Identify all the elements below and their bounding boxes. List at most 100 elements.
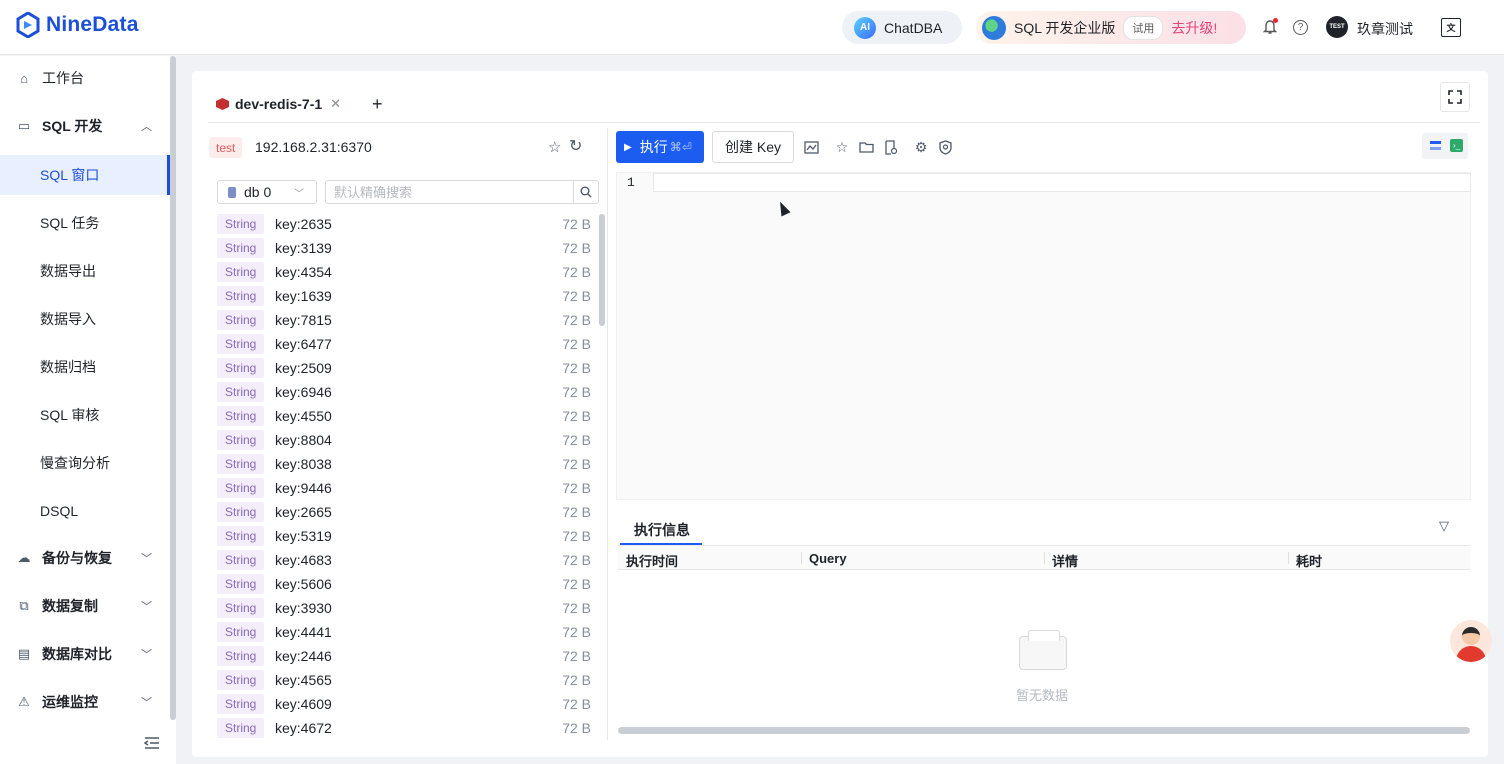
upgrade-banner[interactable]: SQL 开发企业版 试用 去升级! (976, 11, 1246, 44)
editor-current-line[interactable] (653, 173, 1471, 192)
key-size: 72 B (562, 264, 591, 280)
key-type-tag: String (217, 262, 265, 282)
key-row[interactable]: String key:2446 72 B (209, 644, 599, 668)
collapse-panel-icon[interactable]: ▽ (1439, 518, 1449, 534)
key-type-tag: String (217, 238, 265, 258)
key-row[interactable]: String key:4672 72 B (209, 716, 599, 740)
key-row[interactable]: String key:4609 72 B (209, 692, 599, 716)
favorite-icon[interactable]: ☆ (834, 139, 850, 155)
refresh-icon[interactable]: ↻ (569, 136, 582, 156)
chevron-down-icon: ﹀ (141, 649, 152, 661)
key-row[interactable]: String key:8038 72 B (209, 452, 599, 476)
sidebar-item-data-archive[interactable]: 数据归档 (0, 347, 170, 387)
run-button[interactable]: ▶ 执行 ⌘⏎ (616, 131, 704, 163)
key-name: key:7815 (275, 312, 332, 328)
sidebar-item-sql-review[interactable]: SQL 审核 (0, 395, 170, 435)
key-row[interactable]: String key:1639 72 B (209, 284, 599, 308)
key-size: 72 B (562, 720, 591, 736)
layout-toggle[interactable]: ›_ (1422, 133, 1468, 159)
key-row[interactable]: String key:9446 72 B (209, 476, 599, 500)
layout-split-icon[interactable] (1430, 141, 1441, 150)
key-type-tag: String (217, 478, 265, 498)
sidebar-item-label: SQL 任务 (40, 215, 100, 231)
globe-icon (982, 15, 1006, 40)
search-icon[interactable] (573, 181, 598, 203)
chart-icon[interactable] (803, 139, 819, 155)
key-row[interactable]: String key:3930 72 B (209, 596, 599, 620)
key-row[interactable]: String key:6477 72 B (209, 332, 599, 356)
sidebar-item-replication[interactable]: ⧉ 数据复制 ﹀ (0, 586, 170, 626)
tab-exec-info[interactable]: 执行信息 (634, 520, 690, 540)
key-row[interactable]: String key:4565 72 B (209, 668, 599, 692)
key-size: 72 B (562, 408, 591, 424)
avatar[interactable]: TEST (1326, 16, 1348, 38)
folder-icon[interactable] (858, 139, 874, 155)
upgrade-link[interactable]: 去升级! (1171, 18, 1217, 38)
key-search-input[interactable] (326, 181, 574, 203)
key-type-tag: String (217, 382, 265, 402)
shield-icon[interactable] (937, 139, 953, 155)
sidebar-item-sql-task[interactable]: SQL 任务 (0, 203, 170, 243)
key-row[interactable]: String key:4550 72 B (209, 404, 599, 428)
db-select[interactable]: db 0 ﹀ (217, 180, 317, 204)
code-editor[interactable]: 1 (616, 172, 1471, 500)
key-row[interactable]: String key:7815 72 B (209, 308, 599, 332)
key-row[interactable]: String key:2665 72 B (209, 500, 599, 524)
key-row[interactable]: String key:5319 72 B (209, 524, 599, 548)
panel-splitter[interactable] (607, 128, 608, 740)
key-size: 72 B (562, 576, 591, 592)
key-list-scrollbar[interactable] (599, 214, 605, 326)
key-row[interactable]: String key:2509 72 B (209, 356, 599, 380)
close-icon[interactable]: ✕ (330, 96, 341, 112)
gear-icon[interactable]: ⚙ (913, 139, 929, 155)
help-icon[interactable]: ? (1293, 20, 1308, 35)
sidebar-item-compare[interactable]: ▤ 数据库对比 ﹀ (0, 634, 170, 674)
sidebar-item-monitor[interactable]: ⚠ 运维监控 ﹀ (0, 682, 170, 722)
language-switch-icon[interactable]: 文 (1441, 18, 1461, 37)
key-row[interactable]: String key:4354 72 B (209, 260, 599, 284)
support-avatar-icon[interactable] (1450, 620, 1492, 662)
username[interactable]: 玖章测试 (1357, 19, 1413, 39)
key-type-tag: String (217, 502, 265, 522)
sidebar-item-slow-query[interactable]: 慢查询分析 (0, 443, 170, 483)
fullscreen-icon[interactable] (1440, 82, 1470, 112)
collapse-sidebar-icon[interactable] (143, 736, 160, 750)
key-size: 72 B (562, 216, 591, 232)
cloud-icon: ☁ (17, 550, 31, 565)
sidebar-item-label: DSQL (40, 503, 79, 519)
sidebar-item-workbench[interactable]: ⌂ 工作台 (0, 58, 170, 98)
sidebar-scrollbar[interactable] (170, 56, 176, 720)
key-row[interactable]: String key:6946 72 B (209, 380, 599, 404)
key-row[interactable]: String key:5606 72 B (209, 572, 599, 596)
sidebar-item-data-export[interactable]: 数据导出 (0, 251, 170, 291)
history-icon[interactable] (882, 139, 898, 155)
chatdba-button[interactable]: AI ChatDBA (842, 11, 962, 44)
sidebar-item-sql-window[interactable]: SQL 窗口 (0, 155, 170, 195)
key-name: key:6477 (275, 336, 332, 352)
star-icon[interactable]: ☆ (548, 138, 561, 156)
column-header: 耗时 (1296, 554, 1323, 569)
sidebar-item-backup[interactable]: ☁ 备份与恢复 ﹀ (0, 538, 170, 578)
sidebar-item-data-import[interactable]: 数据导入 (0, 299, 170, 339)
create-key-button[interactable]: 创建 Key (712, 131, 794, 163)
key-row[interactable]: String key:4683 72 B (209, 548, 599, 572)
env-tag: test (209, 137, 243, 158)
key-row[interactable]: String key:4441 72 B (209, 620, 599, 644)
tab-dev-redis[interactable]: dev-redis-7-1 ✕ (208, 89, 356, 121)
exec-horizontal-scrollbar[interactable] (618, 727, 1470, 734)
key-name: key:6946 (275, 384, 332, 400)
key-size: 72 B (562, 504, 591, 520)
key-size: 72 B (562, 696, 591, 712)
terminal-icon[interactable]: ›_ (1450, 139, 1463, 152)
logo[interactable]: NineData (16, 12, 139, 38)
key-name: key:4565 (275, 672, 332, 688)
add-tab-button[interactable]: + (372, 94, 383, 115)
key-row[interactable]: String key:2635 72 B (209, 212, 599, 236)
key-row[interactable]: String key:8804 72 B (209, 428, 599, 452)
ai-icon: AI (854, 16, 876, 39)
notification-bell-icon[interactable] (1261, 18, 1279, 36)
sidebar-item-dsql[interactable]: DSQL (0, 491, 170, 531)
key-name: key:5319 (275, 528, 332, 544)
sidebar-item-sql-dev[interactable]: ▭ SQL 开发 ︿ (0, 106, 170, 146)
key-row[interactable]: String key:3139 72 B (209, 236, 599, 260)
